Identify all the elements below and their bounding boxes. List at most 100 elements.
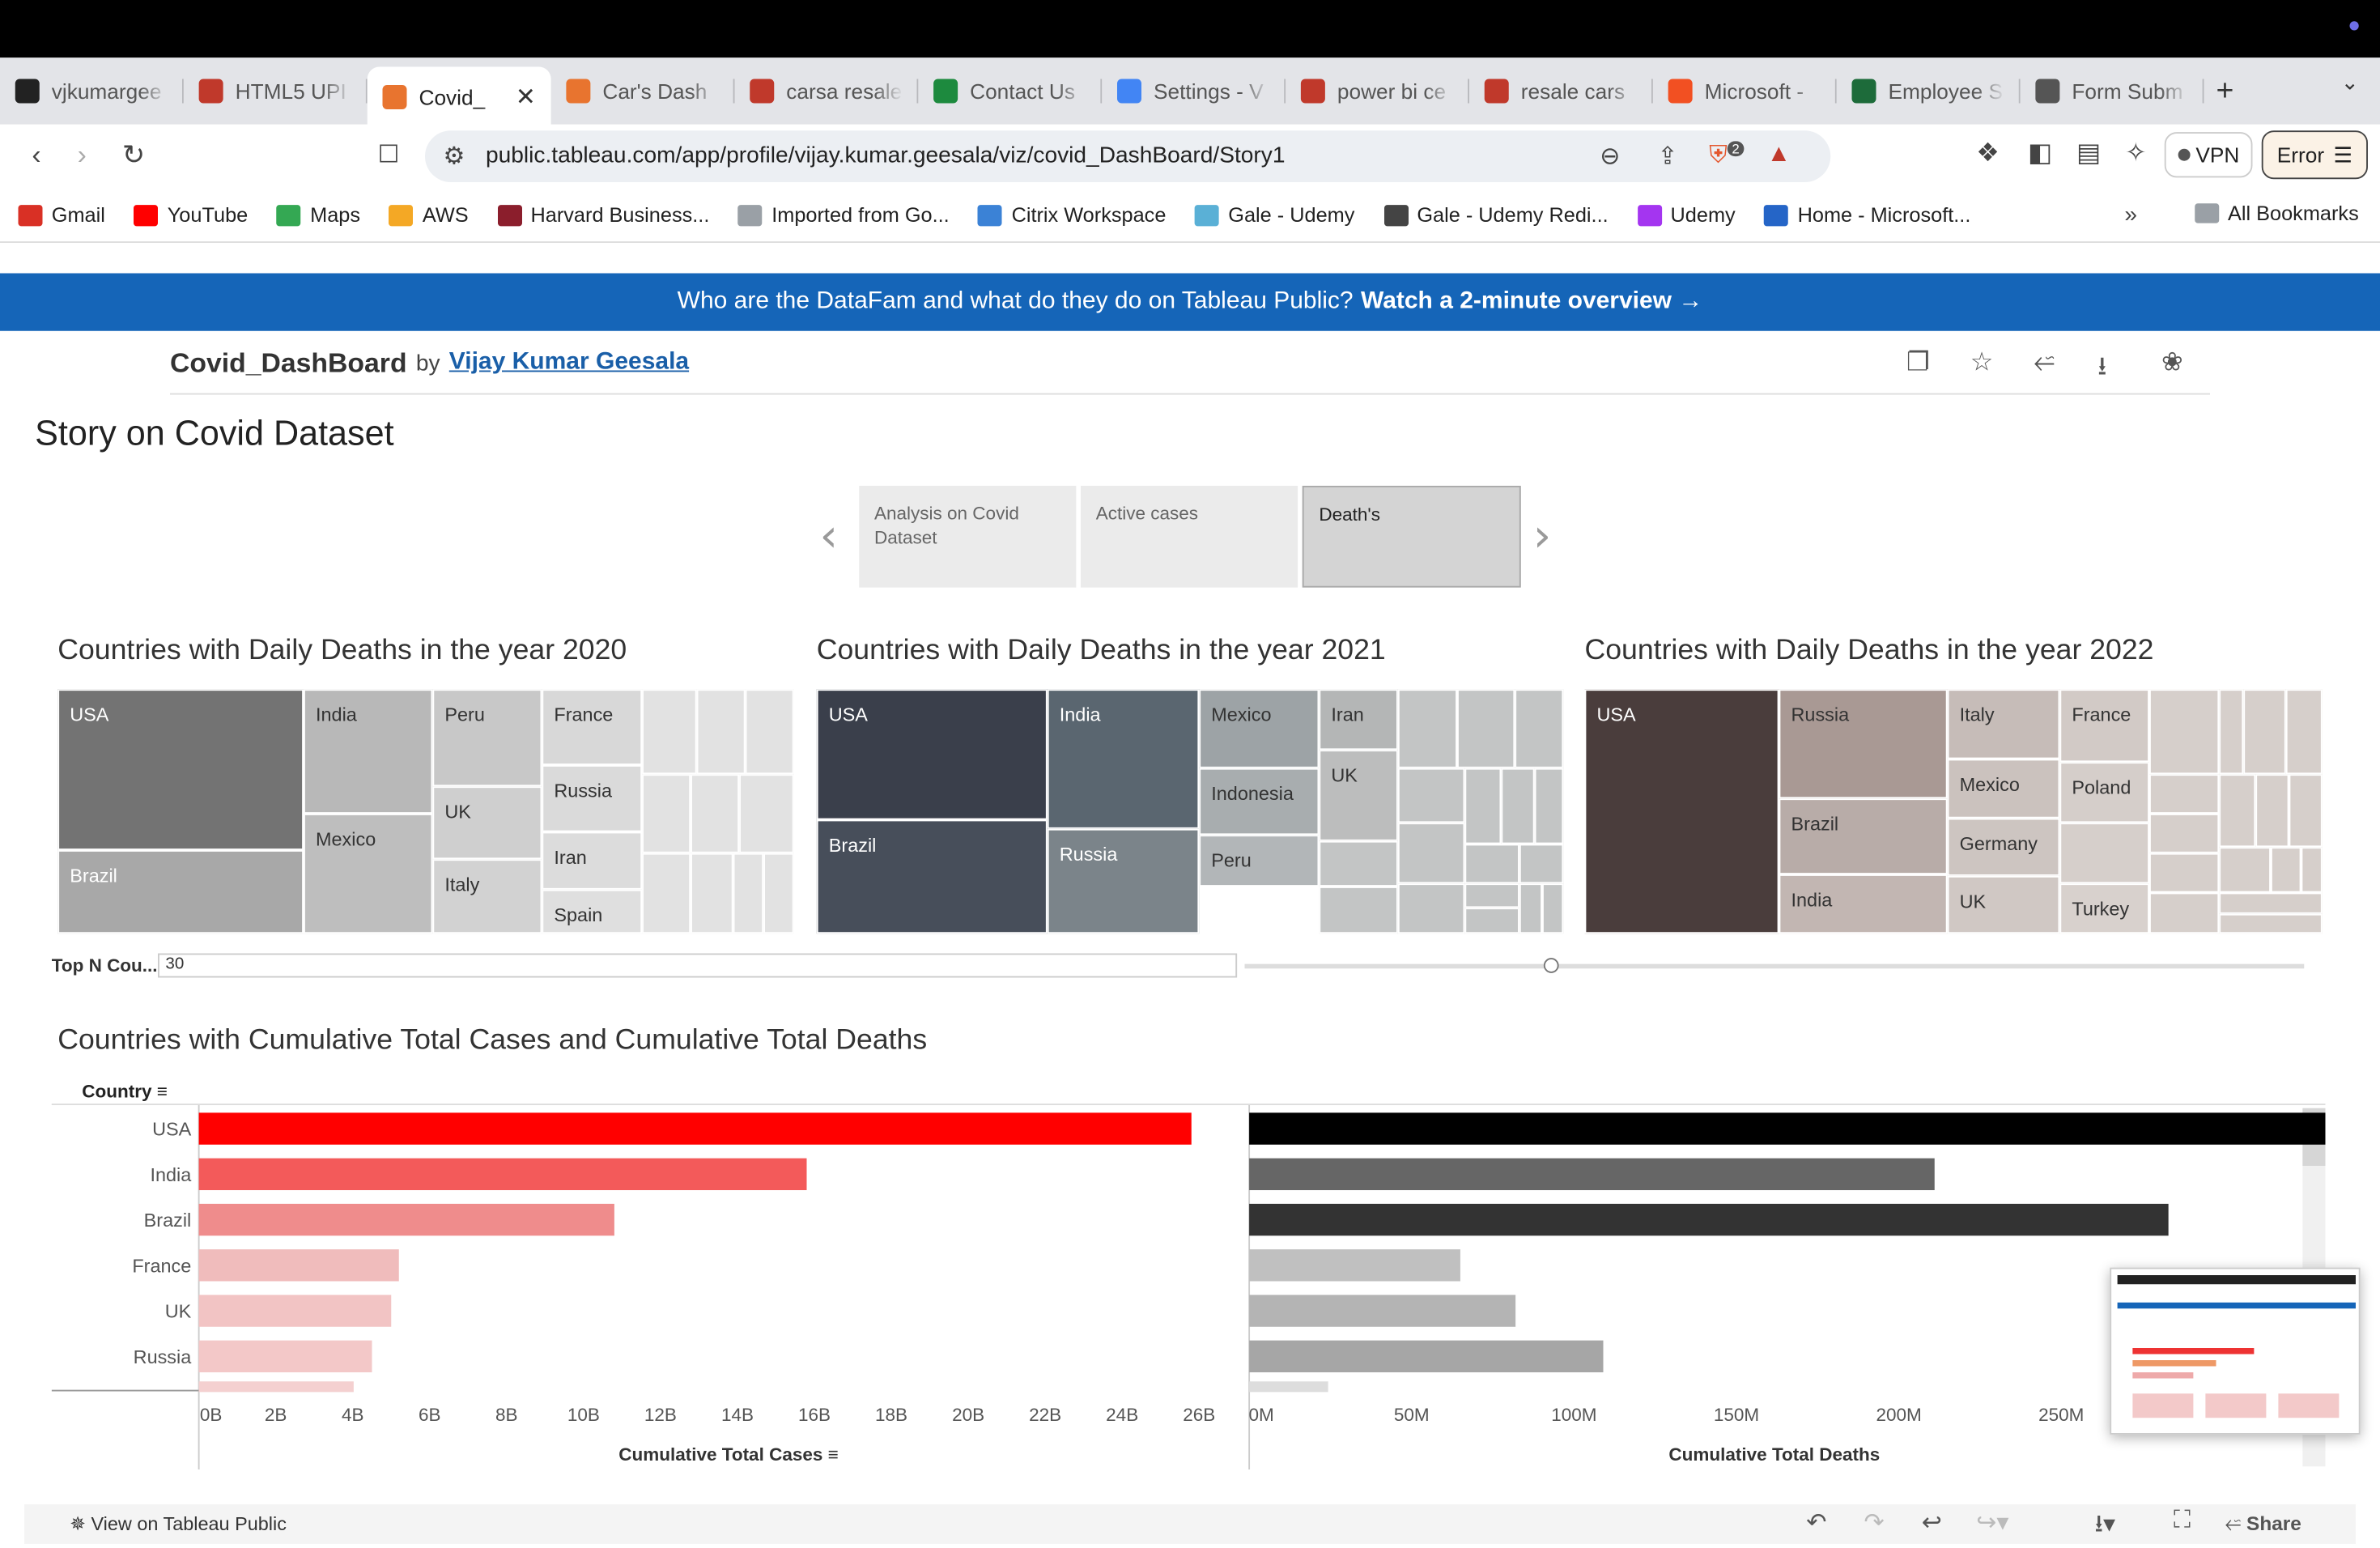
treemap-cell-unlabeled[interactable] — [2271, 847, 2301, 893]
treemap-cell-unlabeled[interactable] — [1534, 768, 1564, 844]
bookmark-icon[interactable]: ☐ — [371, 140, 407, 171]
brave-shield-icon[interactable]: ⛨ 2 — [1709, 141, 1745, 170]
treemap-cell-unlabeled[interactable] — [2219, 847, 2271, 893]
treemap-cell-unlabeled[interactable] — [642, 774, 691, 853]
cases-bar[interactable] — [198, 1295, 392, 1327]
browser-tab[interactable]: Microsoft - — [1653, 67, 1837, 116]
browser-tab[interactable]: Employee S — [1837, 67, 2021, 116]
new-tab-icon[interactable]: + — [2216, 74, 2234, 108]
treemap-cell-unlabeled[interactable] — [1515, 689, 1564, 768]
treemap-cell-unlabeled[interactable] — [1457, 689, 1515, 768]
share-button[interactable]: ⭁ Share — [2225, 1512, 2301, 1537]
reload-icon[interactable]: ↻ — [116, 140, 152, 172]
site-settings-icon[interactable]: ⚙ — [444, 141, 465, 172]
treemap-cell-unlabeled[interactable] — [691, 774, 740, 853]
view-on-tableau-link[interactable]: ✵ View on Tableau Public — [70, 1512, 287, 1534]
deaths-bar[interactable] — [1249, 1112, 2326, 1145]
cases-bar[interactable] — [198, 1249, 399, 1282]
cases-bar-partial[interactable] — [198, 1381, 354, 1393]
vpn-button[interactable]: VPN — [2164, 132, 2253, 178]
treemap-cell[interactable]: USA — [816, 689, 1048, 820]
tab-search-icon[interactable]: ⌄ — [2341, 70, 2359, 96]
treemap-cell[interactable]: UK — [432, 786, 542, 860]
treemap-cell-unlabeled[interactable] — [2149, 853, 2220, 893]
favorite-icon[interactable]: ☆ — [1970, 347, 1994, 378]
treemap-cell-unlabeled[interactable] — [691, 853, 733, 934]
browser-tab[interactable]: carsa resale — [735, 67, 919, 116]
treemap-cell-unlabeled[interactable] — [1519, 883, 1542, 934]
banner-link[interactable]: Watch a 2-minute overview → — [1361, 288, 1702, 316]
treemap-2022[interactable]: USA Russia Brazil India Italy Mexico Germany UK… — [1584, 689, 2323, 934]
deaths-bar[interactable] — [1249, 1249, 1460, 1282]
browser-tab[interactable]: Form Subm — [2021, 67, 2204, 116]
treemap-cell[interactable]: India — [1779, 874, 1948, 934]
bookmark-item[interactable]: Citrix Workspace — [978, 203, 1166, 226]
treemap-cell-unlabeled[interactable] — [1464, 883, 1519, 908]
treemap-cell-unlabeled[interactable] — [1464, 844, 1519, 884]
country-header[interactable]: Country ≡ — [82, 1081, 168, 1102]
treemap-cell-unlabeled[interactable] — [1464, 908, 1519, 934]
sort-icon[interactable]: ≡ — [157, 1081, 168, 1102]
treemap-cell-unlabeled[interactable] — [745, 689, 794, 775]
browser-tab[interactable]: resale cars — [1469, 67, 1653, 116]
extensions-icon[interactable]: ❖ — [1976, 138, 2000, 169]
treemap-cell-unlabeled[interactable] — [2149, 774, 2220, 814]
treemap-cell-unlabeled[interactable] — [1319, 887, 1398, 934]
treemap-cell-unlabeled[interactable] — [2149, 689, 2220, 775]
treemap-cell[interactable]: Italy — [1947, 689, 2060, 759]
treemap-cell[interactable]: Poland — [2059, 762, 2149, 823]
treemap-cell-unlabeled[interactable] — [2059, 823, 2149, 884]
cases-bar[interactable] — [198, 1112, 1192, 1145]
treemap-cell[interactable]: India — [304, 689, 433, 814]
story-point-active-cases[interactable]: Active cases — [1081, 486, 1298, 588]
browser-tab[interactable]: Covid_ ✕ — [367, 66, 551, 128]
treemap-cell-unlabeled[interactable] — [763, 853, 794, 934]
treemap-cell-unlabeled[interactable] — [2149, 814, 2220, 853]
revert-icon[interactable]: ↩ — [1922, 1508, 1942, 1538]
sidebar-icon[interactable]: ◧ — [2028, 138, 2052, 169]
treemap-cell[interactable]: USA — [57, 689, 304, 850]
address-bar[interactable]: ⚙ public.tableau.com/app/profile/vijay.k… — [425, 130, 1831, 182]
treemap-cell[interactable]: Peru — [1199, 835, 1320, 887]
bookmark-item[interactable]: Gale - Udemy — [1195, 203, 1354, 226]
refresh-icon[interactable]: ↪▾ — [1976, 1508, 2008, 1538]
treemap-cell-unlabeled[interactable] — [1397, 689, 1457, 768]
deaths-bar[interactable] — [1249, 1295, 1516, 1327]
treemap-cell-unlabeled[interactable] — [739, 774, 794, 853]
treemap-cell[interactable]: Russia — [542, 765, 643, 832]
browser-tab[interactable]: HTML5 UPI — [184, 67, 368, 116]
treemap-cell[interactable]: Mexico — [1947, 759, 2060, 819]
treemap-cell[interactable]: Mexico — [304, 814, 433, 934]
treemap-cell-unlabeled[interactable] — [1319, 840, 1398, 887]
deaths-bar[interactable] — [1249, 1158, 1935, 1190]
treemap-cell[interactable]: Brazil — [816, 819, 1048, 934]
treemap-cell[interactable]: Spain — [542, 889, 643, 934]
datafam-banner[interactable]: Who are the DataFam and what do they do … — [0, 273, 2380, 331]
treemap-cell-unlabeled[interactable] — [2255, 774, 2289, 848]
all-bookmarks-button[interactable]: All Bookmarks — [2194, 202, 2359, 225]
bookmark-item[interactable]: Imported from Go... — [737, 203, 950, 226]
wallet-icon[interactable]: ▤ — [2076, 138, 2101, 169]
zoom-icon[interactable]: ⊖ — [1600, 141, 1620, 172]
forward-icon[interactable]: › — [64, 140, 100, 172]
treemap-cell[interactable]: India — [1047, 689, 1200, 829]
treemap-cell[interactable]: Russia — [1779, 689, 1948, 799]
viz-author-link[interactable]: Vijay Kumar Geesala — [449, 349, 689, 376]
treemap-2020[interactable]: USA Brazil India Mexico Peru UK Italy France Rus… — [57, 689, 794, 934]
browser-tab[interactable]: Car's Dash — [551, 67, 735, 116]
download-icon[interactable]: ⭳ — [2097, 347, 2106, 391]
browser-tab[interactable]: power bi ce — [1286, 67, 1469, 116]
top-n-input[interactable]: 30 — [158, 953, 1238, 978]
browser-tab[interactable]: vjkumargee — [0, 67, 184, 116]
story-next-icon[interactable]: › — [1533, 510, 1552, 563]
treemap-cell-unlabeled[interactable] — [1397, 823, 1465, 884]
treemap-cell-unlabeled[interactable] — [1397, 768, 1465, 823]
treemap-cell[interactable]: France — [542, 689, 643, 765]
browser-tab[interactable]: Settings - V — [1102, 67, 1286, 116]
browser-tab[interactable]: Contact Us — [918, 67, 1103, 116]
cases-bar[interactable] — [198, 1203, 614, 1236]
redo-icon[interactable]: ↷ — [1864, 1508, 1885, 1538]
treemap-cell-unlabeled[interactable] — [642, 689, 697, 775]
deaths-bar[interactable] — [1249, 1340, 1604, 1372]
treemap-cell[interactable]: Indonesia — [1199, 768, 1320, 836]
